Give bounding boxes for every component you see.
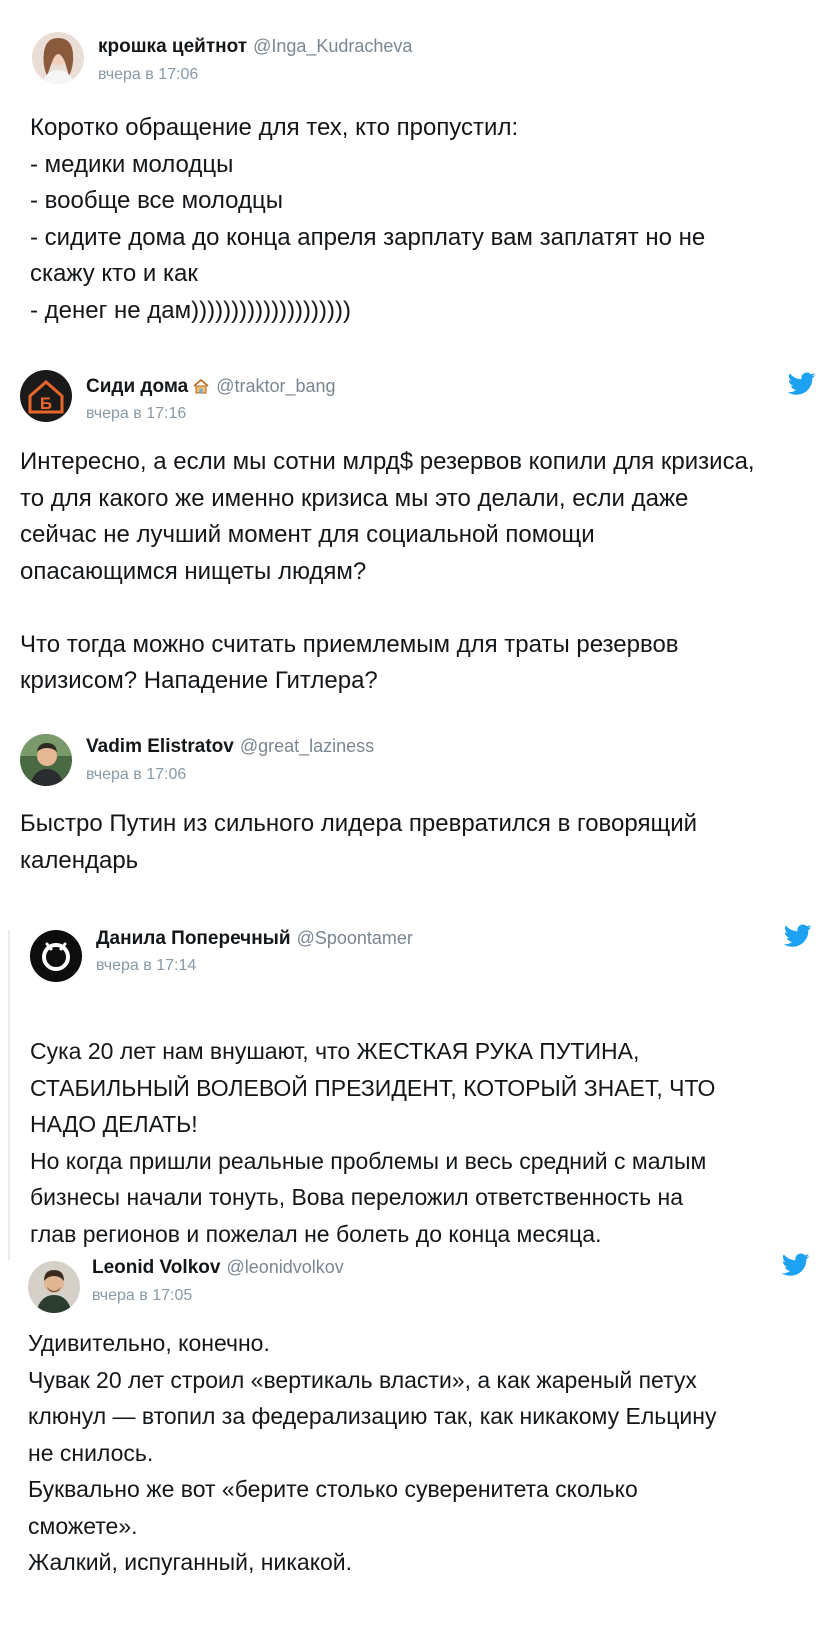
twitter-bird-icon[interactable] [782,1253,810,1277]
avatar[interactable] [30,930,82,982]
twitter-bird-icon[interactable] [788,372,816,396]
author-display-name[interactable]: Leonid Volkov [92,1257,220,1278]
tweet-card: Данила Поперечный @Spoontamer вчера в 17:… [0,924,835,1260]
tweet-timestamp[interactable]: вчера в 17:06 [98,66,198,84]
tweet-card: Leonid Volkov @leonidvolkov вчера в 17:05… [0,1253,835,1645]
tweet-timestamp[interactable]: вчера в 17:14 [96,957,196,975]
house-icon [192,378,210,400]
author-name[interactable]: крошка цейтнот @Inga_Kudracheva [98,36,412,58]
avatar[interactable] [32,32,84,84]
tweet-timestamp[interactable]: вчера в 17:06 [86,766,186,784]
avatar[interactable]: Б [20,370,72,422]
tweet-text: Удивительно, конечно. Чувак 20 лет строи… [28,1330,717,1575]
tweet-card: Vadim Elistratov @great_laziness вчера в … [0,734,835,920]
author-handle[interactable]: @great_laziness [240,736,374,756]
quote-divider [8,930,10,1260]
avatar[interactable] [20,734,72,786]
author-handle[interactable]: @Inga_Kudracheva [253,36,412,56]
author-display-name[interactable]: Сиди дома [86,376,188,397]
author-name[interactable]: Данила Поперечный @Spoontamer [96,928,413,950]
tweet-text: Сука 20 лет нам внушают, что ЖЕСТКАЯ РУК… [30,1038,716,1247]
twitter-bird-icon[interactable] [784,924,812,948]
tweet-text: Коротко обращение для тех, кто пропустил… [30,114,706,324]
author-name[interactable]: Vadim Elistratov @great_laziness [86,736,374,758]
tweet-text: Интересно, а если мы сотни млрд$ резерво… [20,448,755,694]
tweet-timestamp[interactable]: вчера в 17:16 [86,405,186,423]
avatar[interactable] [28,1261,80,1313]
author-name[interactable]: Сиди дома @traktor_bang [86,376,336,400]
svg-text:Б: Б [40,394,52,413]
tweet-card: Б Сиди дома @traktor_bang вчера в 17:16 И… [0,360,835,720]
author-handle[interactable]: @Spoontamer [297,928,413,948]
author-display-name[interactable]: Данила Поперечный [96,928,291,949]
tweet-text: Быстро Путин из сильного лидера преврати… [20,810,698,874]
tweet-timestamp[interactable]: вчера в 17:05 [92,1287,192,1305]
author-handle[interactable]: @traktor_bang [216,376,335,396]
author-name[interactable]: Leonid Volkov @leonidvolkov [92,1257,344,1279]
author-display-name[interactable]: крошка цейтнот [98,36,247,57]
author-handle[interactable]: @leonidvolkov [226,1257,343,1277]
author-display-name[interactable]: Vadim Elistratov [86,736,234,757]
tweet-card: крошка цейтнот @Inga_Kudracheva вчера в 1… [0,0,835,360]
